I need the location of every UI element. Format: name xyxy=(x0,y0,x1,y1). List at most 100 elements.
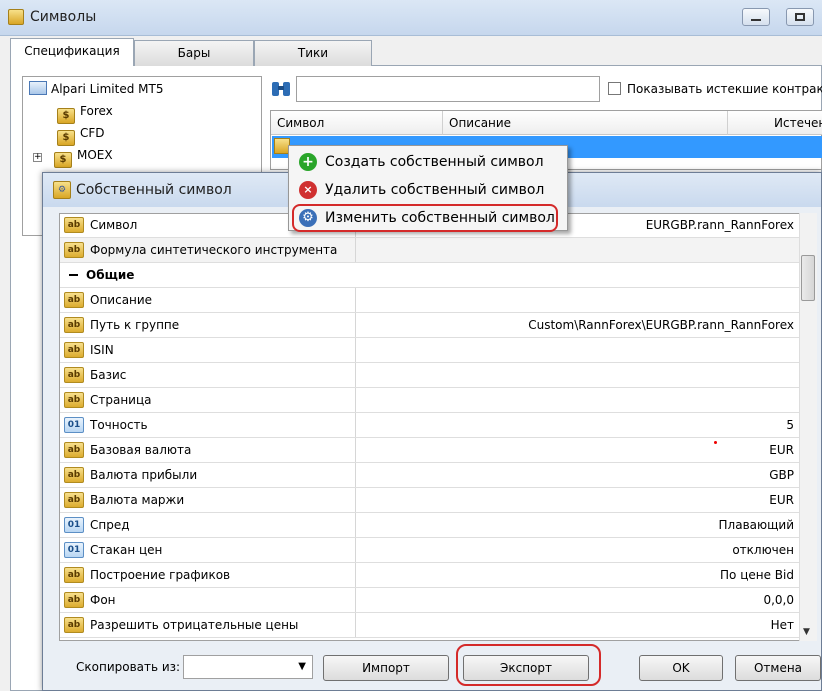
property-name-cell: ab Валюта прибыли xyxy=(60,463,356,487)
property-value[interactable]: EUR xyxy=(769,438,794,462)
property-value[interactable]: Custom\RannForex\EURGBP.rann_RannForex xyxy=(528,313,794,337)
maximize-button[interactable] xyxy=(786,8,814,26)
property-row[interactable]: ab Базовая валюта EUR xyxy=(60,438,800,463)
dialog-title: Собственный символ xyxy=(76,182,232,198)
menu-item-label: Удалить собственный символ xyxy=(325,182,545,198)
property-value[interactable]: EURGBP.rann_RannForex xyxy=(646,214,794,237)
plus-icon: + xyxy=(299,153,317,171)
property-row[interactable]: ab Базис xyxy=(60,363,800,388)
property-value[interactable]: По цене Bid xyxy=(720,563,794,587)
property-group-label: Общие xyxy=(86,268,135,282)
highlight-ring-edit-item xyxy=(292,204,558,232)
tab-ticks[interactable]: Тики xyxy=(254,40,372,66)
column-header-symbol[interactable]: Символ xyxy=(271,111,443,135)
property-row[interactable]: ab Страница xyxy=(60,388,800,413)
property-name: Стакан цен xyxy=(90,543,163,557)
property-name-cell: ab Путь к группе xyxy=(60,313,356,337)
property-name: Путь к группе xyxy=(90,318,180,332)
import-button[interactable]: Импорт xyxy=(323,655,449,681)
property-name: Разрешить отрицательные цены xyxy=(90,618,299,632)
cancel-button[interactable]: Отмена xyxy=(735,655,821,681)
property-row[interactable]: 01 Точность 5 xyxy=(60,413,800,438)
copy-from-label: Скопировать из: xyxy=(76,660,181,674)
property-group-row[interactable]: Общие xyxy=(60,263,800,288)
property-value[interactable]: отключен xyxy=(732,538,794,562)
tab-bars[interactable]: Бары xyxy=(134,40,254,66)
copy-from-combobox[interactable]: ▼ xyxy=(183,655,313,679)
property-value[interactable]: GBP xyxy=(769,463,794,487)
property-name: Символ xyxy=(90,218,138,232)
tree-root[interactable]: Alpari Limited MT5 xyxy=(29,79,163,99)
binoculars-icon[interactable] xyxy=(270,79,292,99)
property-row[interactable]: 01 Стакан цен отключен xyxy=(60,538,800,563)
text-type-icon: ab xyxy=(64,217,84,233)
property-name: Валюта прибыли xyxy=(90,468,198,482)
property-row[interactable]: ab Валюта маржи EUR xyxy=(60,488,800,513)
column-header-expiration[interactable]: Истечен xyxy=(728,111,822,135)
server-icon xyxy=(29,81,47,95)
property-row[interactable]: ab Путь к группе Custom\RannForex\EURGBP.r… xyxy=(60,313,800,338)
collapse-minus-icon[interactable] xyxy=(69,274,78,276)
property-row[interactable]: ab Построение графиков По цене Bid xyxy=(60,563,800,588)
remove-icon: × xyxy=(299,181,317,199)
property-name: Формула синтетического инструмента xyxy=(90,243,338,257)
tree-item-cfd[interactable]: $ CFD xyxy=(57,123,105,146)
red-dot-mark xyxy=(714,441,717,444)
symbols-app-icon xyxy=(8,9,24,25)
property-row[interactable]: ab ISIN xyxy=(60,338,800,363)
folder-dollar-icon: $ xyxy=(57,130,75,146)
property-row[interactable]: ab Описание xyxy=(60,288,800,313)
main-titlebar xyxy=(0,0,822,36)
property-row[interactable]: ab Валюта прибыли GBP xyxy=(60,463,800,488)
property-value[interactable]: 5 xyxy=(786,413,794,437)
property-name-cell: ab Построение графиков xyxy=(60,563,356,587)
property-name-cell: 01 Спред xyxy=(60,513,356,537)
tree-root-label: Alpari Limited MT5 xyxy=(51,82,164,96)
property-name: Фон xyxy=(90,593,116,607)
maximize-icon xyxy=(795,13,805,21)
property-name: Валюта маржи xyxy=(90,493,185,507)
text-type-icon: ab xyxy=(64,367,84,383)
text-type-icon: ab xyxy=(64,592,84,608)
property-name: Базовая валюта xyxy=(90,443,192,457)
tree-item-moex[interactable]: + $ MOEX xyxy=(33,145,113,168)
tree-item-label: Forex xyxy=(80,104,113,118)
tab-specification[interactable]: Спецификация xyxy=(10,38,134,66)
custom-symbol-icon: ⚙ xyxy=(53,181,71,199)
menu-item-label: Создать собственный символ xyxy=(325,154,544,170)
property-row[interactable]: ab Формула синтетического инструмента xyxy=(60,238,800,263)
menu-item-delete-custom-symbol[interactable]: × Удалить собственный символ xyxy=(295,178,557,202)
property-name: Построение графиков xyxy=(90,568,231,582)
property-row[interactable]: ab Фон 0,0,0 xyxy=(60,588,800,613)
property-row[interactable]: ab Разрешить отрицательные цены Нет xyxy=(60,613,800,638)
text-type-icon: ab xyxy=(64,292,84,308)
text-type-icon: ab xyxy=(64,242,84,258)
text-type-icon: ab xyxy=(64,617,84,633)
property-name: Спред xyxy=(90,518,130,532)
search-input[interactable] xyxy=(296,76,600,102)
menu-item-create-custom-symbol[interactable]: + Создать собственный символ xyxy=(295,150,557,174)
folder-dollar-icon: $ xyxy=(54,152,72,168)
property-value[interactable]: EUR xyxy=(769,488,794,512)
property-value[interactable]: Плавающий xyxy=(719,513,794,537)
property-name: Страница xyxy=(90,393,152,407)
text-type-icon: ab xyxy=(64,492,84,508)
property-value[interactable]: 0,0,0 xyxy=(763,588,794,612)
text-type-icon: ab xyxy=(64,442,84,458)
minimize-icon xyxy=(751,19,761,21)
property-row[interactable]: 01 Спред Плавающий xyxy=(60,513,800,538)
scrollbar-thumb[interactable] xyxy=(801,255,815,301)
minimize-button[interactable] xyxy=(742,8,770,26)
text-type-icon: ab xyxy=(64,317,84,333)
property-name-cell: ab Базис xyxy=(60,363,356,387)
numeric-type-icon: 01 xyxy=(64,517,84,533)
scroll-down-icon[interactable]: ▼ xyxy=(803,627,810,637)
numeric-type-icon: 01 xyxy=(64,417,84,433)
text-type-icon: ab xyxy=(64,567,84,583)
expand-plus-icon[interactable]: + xyxy=(33,153,42,162)
show-expired-checkbox[interactable] xyxy=(608,82,621,95)
ok-button[interactable]: OK xyxy=(639,655,723,681)
tree-item-forex[interactable]: $ Forex xyxy=(57,101,113,124)
column-header-description[interactable]: Описание xyxy=(443,111,728,135)
property-value[interactable]: Нет xyxy=(771,613,794,637)
